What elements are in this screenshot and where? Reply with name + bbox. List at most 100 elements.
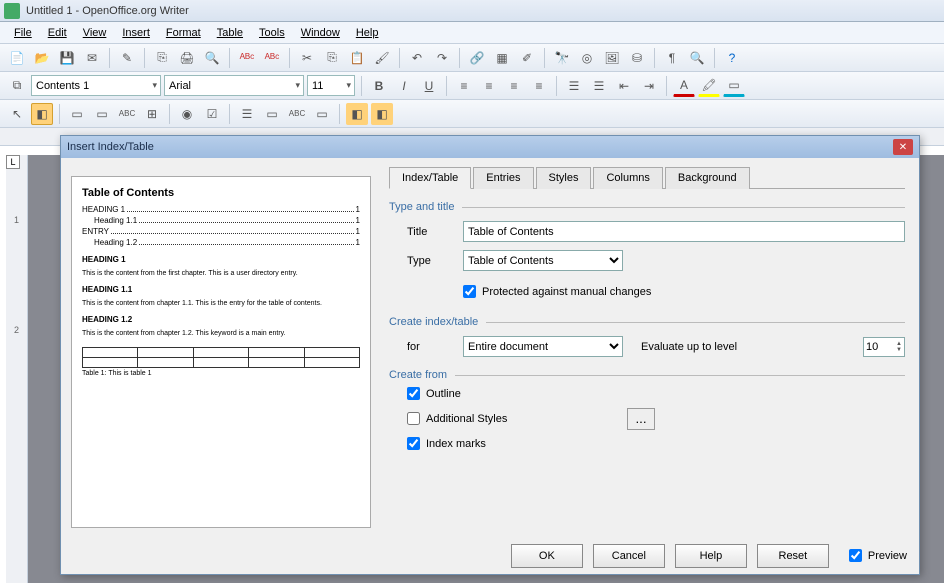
close-icon[interactable]: ✕ bbox=[893, 139, 913, 155]
cancel-button[interactable]: Cancel bbox=[593, 544, 665, 568]
combo-icon[interactable]: ▭ bbox=[261, 103, 283, 125]
table-icon[interactable]: ▦ bbox=[491, 47, 513, 69]
ctrl-icon[interactable]: ▭ bbox=[66, 103, 88, 125]
save-icon[interactable]: 💾 bbox=[56, 47, 78, 69]
additional-styles-checkbox[interactable]: Additional Styles bbox=[407, 412, 627, 425]
eval-level-spinner[interactable]: 10 ▲▼ bbox=[863, 337, 905, 357]
section-create-from: Create from bbox=[389, 369, 905, 381]
eval-label: Evaluate up to level bbox=[641, 341, 737, 353]
font-color-icon[interactable]: A bbox=[673, 75, 695, 97]
preview-box: Table of Contents HEADING 11 Heading 1.1… bbox=[71, 176, 371, 528]
find-icon[interactable]: 🔭 bbox=[551, 47, 573, 69]
tab-marker: L bbox=[6, 155, 20, 169]
form-icon[interactable]: ◧ bbox=[31, 103, 53, 125]
drawing-icon[interactable]: ✐ bbox=[516, 47, 538, 69]
navigator-icon[interactable]: ◎ bbox=[576, 47, 598, 69]
index-marks-checkbox[interactable]: Index marks bbox=[407, 437, 905, 450]
more2-icon[interactable]: ◧ bbox=[346, 103, 368, 125]
dialog-titlebar: Insert Index/Table ✕ bbox=[61, 136, 919, 158]
preview-checkbox[interactable]: Preview bbox=[849, 549, 907, 562]
print-icon[interactable]: 🖨 bbox=[176, 47, 198, 69]
undo-icon[interactable]: ↶ bbox=[406, 47, 428, 69]
bg-color-icon[interactable]: ▭ bbox=[723, 75, 745, 97]
menu-help[interactable]: Help bbox=[348, 25, 387, 41]
text-icon[interactable]: ABC bbox=[286, 103, 308, 125]
tab-columns[interactable]: Columns bbox=[593, 167, 662, 189]
styles-icon[interactable]: ⧉ bbox=[6, 75, 28, 97]
menu-insert[interactable]: Insert bbox=[114, 25, 158, 41]
more-icon[interactable]: ▭ bbox=[311, 103, 333, 125]
label-icon[interactable]: ABC bbox=[116, 103, 138, 125]
menu-window[interactable]: Window bbox=[293, 25, 348, 41]
index-marks-label: Index marks bbox=[426, 438, 486, 450]
for-label: for bbox=[407, 341, 463, 353]
tab-entries[interactable]: Entries bbox=[473, 167, 533, 189]
paragraph-style-value: Contents 1 bbox=[36, 80, 89, 92]
standard-toolbar: 📄 📂 💾 ✉ ✎ ⎘ 🖨 🔍 ᴬᴮᶜ ᴬᴮᶜ ✂ ⎘ 📋 🖌 ↶ ↷ 🔗 ▦ … bbox=[0, 44, 944, 72]
ctrl-icon2[interactable]: ▭ bbox=[91, 103, 113, 125]
nonprinting-icon[interactable]: ¶ bbox=[661, 47, 683, 69]
edit-icon[interactable]: ✎ bbox=[116, 47, 138, 69]
indent-icon[interactable]: ⇥ bbox=[638, 75, 660, 97]
additional-styles-button[interactable]: ... bbox=[627, 408, 655, 430]
window-titlebar: Untitled 1 - OpenOffice.org Writer bbox=[0, 0, 944, 22]
highlight-icon[interactable]: 🖍 bbox=[698, 75, 720, 97]
mail-icon[interactable]: ✉ bbox=[81, 47, 103, 69]
tab-index-table[interactable]: Index/Table bbox=[389, 167, 471, 189]
hyperlink-icon[interactable]: 🔗 bbox=[466, 47, 488, 69]
autospell-icon[interactable]: ᴬᴮᶜ bbox=[261, 47, 283, 69]
redo-icon[interactable]: ↷ bbox=[431, 47, 453, 69]
font-size-combo[interactable]: 11 bbox=[307, 75, 355, 96]
menu-file[interactable]: File bbox=[6, 25, 40, 41]
bullet-list-icon[interactable]: ☰ bbox=[588, 75, 610, 97]
menu-table[interactable]: Table bbox=[209, 25, 251, 41]
outline-checkbox[interactable]: Outline bbox=[407, 387, 905, 400]
zoom-icon[interactable]: 🔍 bbox=[686, 47, 708, 69]
underline-icon[interactable]: U bbox=[418, 75, 440, 97]
align-center-icon[interactable]: ≡ bbox=[478, 75, 500, 97]
align-right-icon[interactable]: ≡ bbox=[503, 75, 525, 97]
tab-styles[interactable]: Styles bbox=[536, 167, 592, 189]
arrow-icon[interactable]: ↖ bbox=[6, 103, 28, 125]
spellcheck-icon[interactable]: ᴬᴮᶜ bbox=[236, 47, 258, 69]
help-icon[interactable]: ? bbox=[721, 47, 743, 69]
paste-icon[interactable]: 📋 bbox=[346, 47, 368, 69]
menu-tools[interactable]: Tools bbox=[251, 25, 293, 41]
number-list-icon[interactable]: ☰ bbox=[563, 75, 585, 97]
radio-icon[interactable]: ◉ bbox=[176, 103, 198, 125]
new-icon[interactable]: 📄 bbox=[6, 47, 28, 69]
section-create-index: Create index/table bbox=[389, 316, 905, 328]
for-select[interactable]: Entire document bbox=[463, 336, 623, 357]
section-type-title: Type and title bbox=[389, 201, 905, 213]
open-icon[interactable]: 📂 bbox=[31, 47, 53, 69]
menu-edit[interactable]: Edit bbox=[40, 25, 75, 41]
type-select[interactable]: Table of Contents bbox=[463, 250, 623, 271]
outdent-icon[interactable]: ⇤ bbox=[613, 75, 635, 97]
protected-checkbox[interactable]: Protected against manual changes bbox=[463, 285, 651, 298]
align-justify-icon[interactable]: ≡ bbox=[528, 75, 550, 97]
italic-icon[interactable]: I bbox=[393, 75, 415, 97]
more3-icon[interactable]: ◧ bbox=[371, 103, 393, 125]
copy-icon[interactable]: ⎘ bbox=[321, 47, 343, 69]
brush-icon[interactable]: 🖌 bbox=[371, 47, 393, 69]
pdf-icon[interactable]: ⎘ bbox=[151, 47, 173, 69]
cut-icon[interactable]: ✂ bbox=[296, 47, 318, 69]
group-icon[interactable]: ⊞ bbox=[141, 103, 163, 125]
paragraph-style-combo[interactable]: Contents 1 bbox=[31, 75, 161, 96]
menu-view[interactable]: View bbox=[75, 25, 115, 41]
check-icon[interactable]: ☑ bbox=[201, 103, 223, 125]
ok-button[interactable]: OK bbox=[511, 544, 583, 568]
preview-icon[interactable]: 🔍 bbox=[201, 47, 223, 69]
datasource-icon[interactable]: ⛁ bbox=[626, 47, 648, 69]
align-left-icon[interactable]: ≡ bbox=[453, 75, 475, 97]
tab-background[interactable]: Background bbox=[665, 167, 750, 189]
bold-icon[interactable]: B bbox=[368, 75, 390, 97]
help-button[interactable]: Help bbox=[675, 544, 747, 568]
list-icon[interactable]: ☰ bbox=[236, 103, 258, 125]
menu-format[interactable]: Format bbox=[158, 25, 209, 41]
reset-button[interactable]: Reset bbox=[757, 544, 829, 568]
menubar: File Edit View Insert Format Table Tools… bbox=[0, 22, 944, 44]
title-input[interactable] bbox=[463, 221, 905, 242]
gallery-icon[interactable]: 🖼 bbox=[601, 47, 623, 69]
font-name-combo[interactable]: Arial bbox=[164, 75, 304, 96]
